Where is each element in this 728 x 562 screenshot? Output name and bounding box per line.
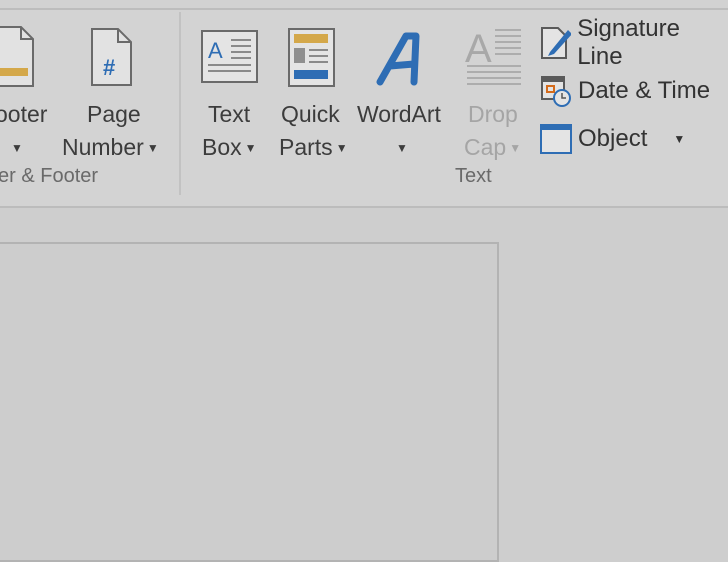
group-label-header-footer: er & Footer xyxy=(0,165,99,187)
page-number-dropdown-icon: ▼ xyxy=(146,141,159,156)
svg-text:#: # xyxy=(103,55,115,80)
quick-parts-label-1: Quick xyxy=(281,101,340,127)
drop-cap-label-2: Cap xyxy=(464,134,507,160)
drop-cap-label-1: Drop xyxy=(468,101,518,127)
drop-cap-dropdown-icon: ▼ xyxy=(509,141,522,156)
svg-text:A: A xyxy=(208,38,223,63)
ribbon-tab-strip xyxy=(0,0,728,10)
document-page[interactable] xyxy=(0,242,499,562)
calendar-clock-icon xyxy=(541,76,571,107)
footer-label: ooter xyxy=(0,101,48,127)
page-number-label-1: Page xyxy=(87,101,141,127)
quick-parts-dropdown-icon: ▼ xyxy=(335,141,348,156)
object-dropdown-icon[interactable]: ▼ xyxy=(673,132,685,146)
group-separator xyxy=(179,12,181,195)
footer-dropdown-icon: ▼ xyxy=(11,141,23,156)
footer-icon xyxy=(0,26,34,87)
quick-parts-label-2: Parts xyxy=(279,134,333,160)
text-box-label-2: Box xyxy=(202,134,242,160)
text-box-label-1: Text xyxy=(208,101,251,127)
svg-text:A: A xyxy=(465,27,492,71)
signature-pen-icon xyxy=(541,27,572,59)
date-time-button[interactable]: Date & Time xyxy=(540,71,710,111)
object-icon xyxy=(540,124,572,154)
page-number-icon: # xyxy=(91,28,132,86)
text-box-icon: A xyxy=(201,30,258,83)
drop-cap-icon: A xyxy=(465,27,521,85)
signature-line-label: Signature Line xyxy=(577,15,680,70)
wordart-icon xyxy=(376,32,420,86)
text-box-dropdown-icon: ▼ xyxy=(244,141,257,156)
wordart-label: WordArt xyxy=(357,101,441,127)
group-label-text: Text xyxy=(455,165,492,187)
date-time-label: Date & Time xyxy=(578,77,711,104)
object-button[interactable]: Object ▼ xyxy=(540,119,685,159)
signature-line-button[interactable]: Signature Line xyxy=(540,15,728,70)
quick-parts-icon xyxy=(288,28,335,87)
object-label: Object xyxy=(578,125,648,152)
page-number-label-2: Number xyxy=(62,134,144,160)
wordart-dropdown-icon: ▼ xyxy=(396,141,408,156)
